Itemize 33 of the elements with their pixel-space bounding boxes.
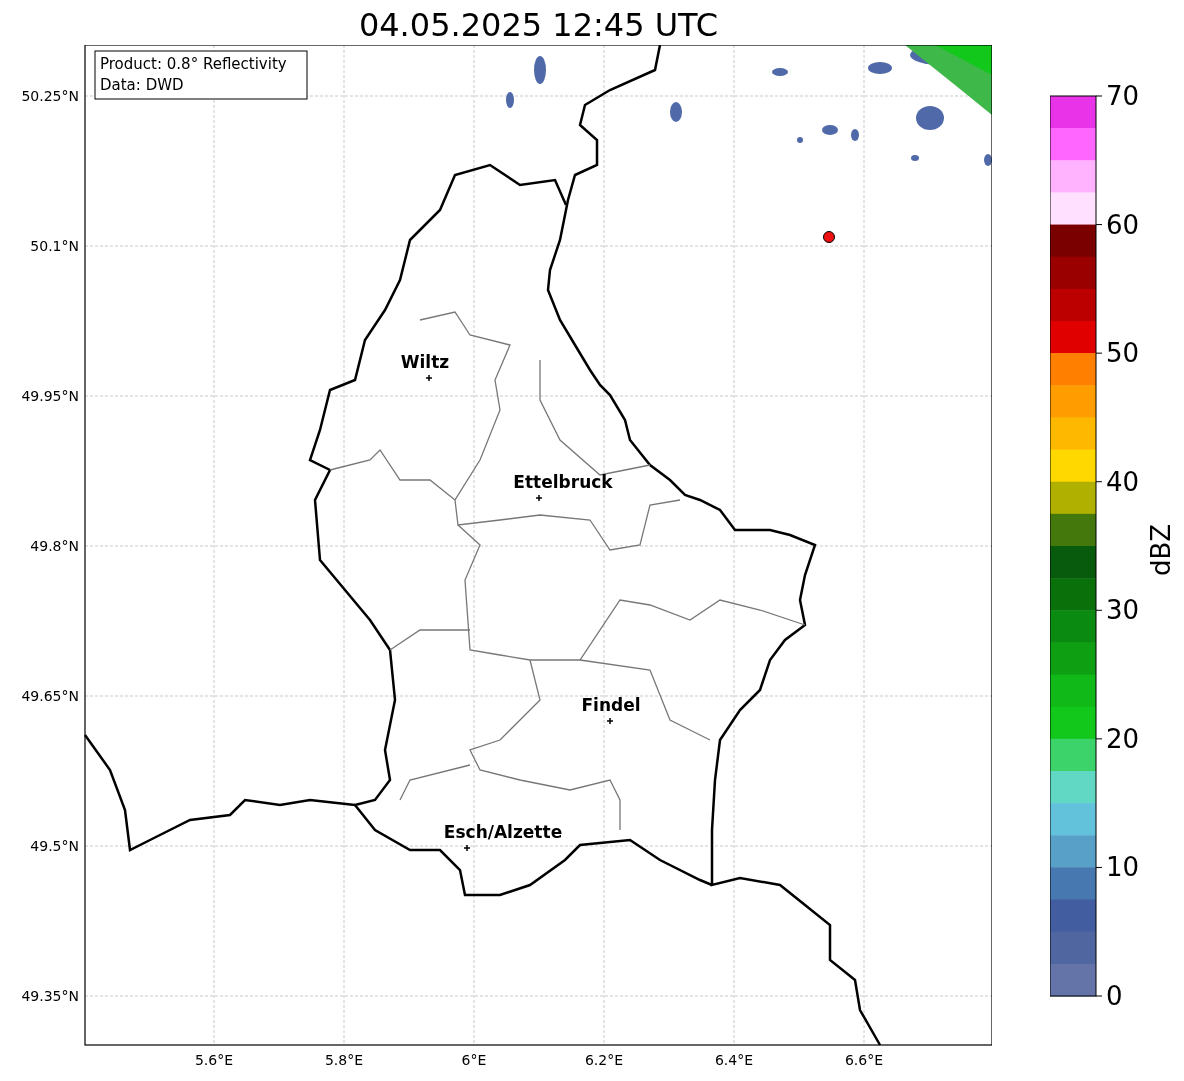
- info-text: Product: 0.8° Reflectivity: [100, 55, 287, 73]
- colorbar-tick-label: 60: [1106, 209, 1140, 240]
- city-label: Esch/Alzette: [443, 822, 563, 842]
- city-label: Ettelbruck: [513, 472, 613, 492]
- latitude-label: 50.1°N: [30, 238, 79, 254]
- city-label: Findel: [581, 695, 641, 715]
- chart-title: 04.05.2025 12:45 UTC: [357, 5, 720, 45]
- colorbar-tick-label: 20: [1106, 723, 1140, 754]
- colorbar-tick-label: 40: [1106, 466, 1140, 497]
- longitude-label: 6°E: [461, 1052, 487, 1068]
- info-text: Data: DWD: [100, 76, 184, 94]
- city-marker-icon: [535, 494, 543, 502]
- colorbar-tick-label: 30: [1106, 595, 1140, 626]
- longitude-label: 6.2°E: [584, 1052, 624, 1068]
- city-marker-icon: [606, 717, 614, 725]
- city-marker-icon: [463, 844, 471, 852]
- city-marker-icon: [425, 374, 433, 382]
- latitude-label: 50.25°N: [21, 88, 79, 104]
- longitude-label: 6.4°E: [714, 1052, 754, 1068]
- longitude-label: 6.6°E: [844, 1052, 884, 1068]
- longitude-label: 5.6°E: [194, 1052, 234, 1068]
- latitude-label: 49.95°N: [21, 388, 79, 404]
- colorbar-label: dBZ: [1146, 523, 1176, 577]
- colorbar-tick-label: 0: [1106, 981, 1123, 1011]
- colorbar-tick-label: 10: [1106, 852, 1140, 883]
- latitude-label: 49.65°N: [21, 688, 79, 704]
- colorbar-tick-label: 70: [1106, 81, 1140, 111]
- colorbar-tick-label: 50: [1106, 338, 1140, 369]
- latitude-label: 49.35°N: [21, 988, 79, 1004]
- latitude-label: 49.5°N: [30, 838, 79, 854]
- latitude-label: 49.8°N: [30, 538, 79, 554]
- city-label: Wiltz: [400, 352, 450, 372]
- longitude-label: 5.8°E: [324, 1052, 364, 1068]
